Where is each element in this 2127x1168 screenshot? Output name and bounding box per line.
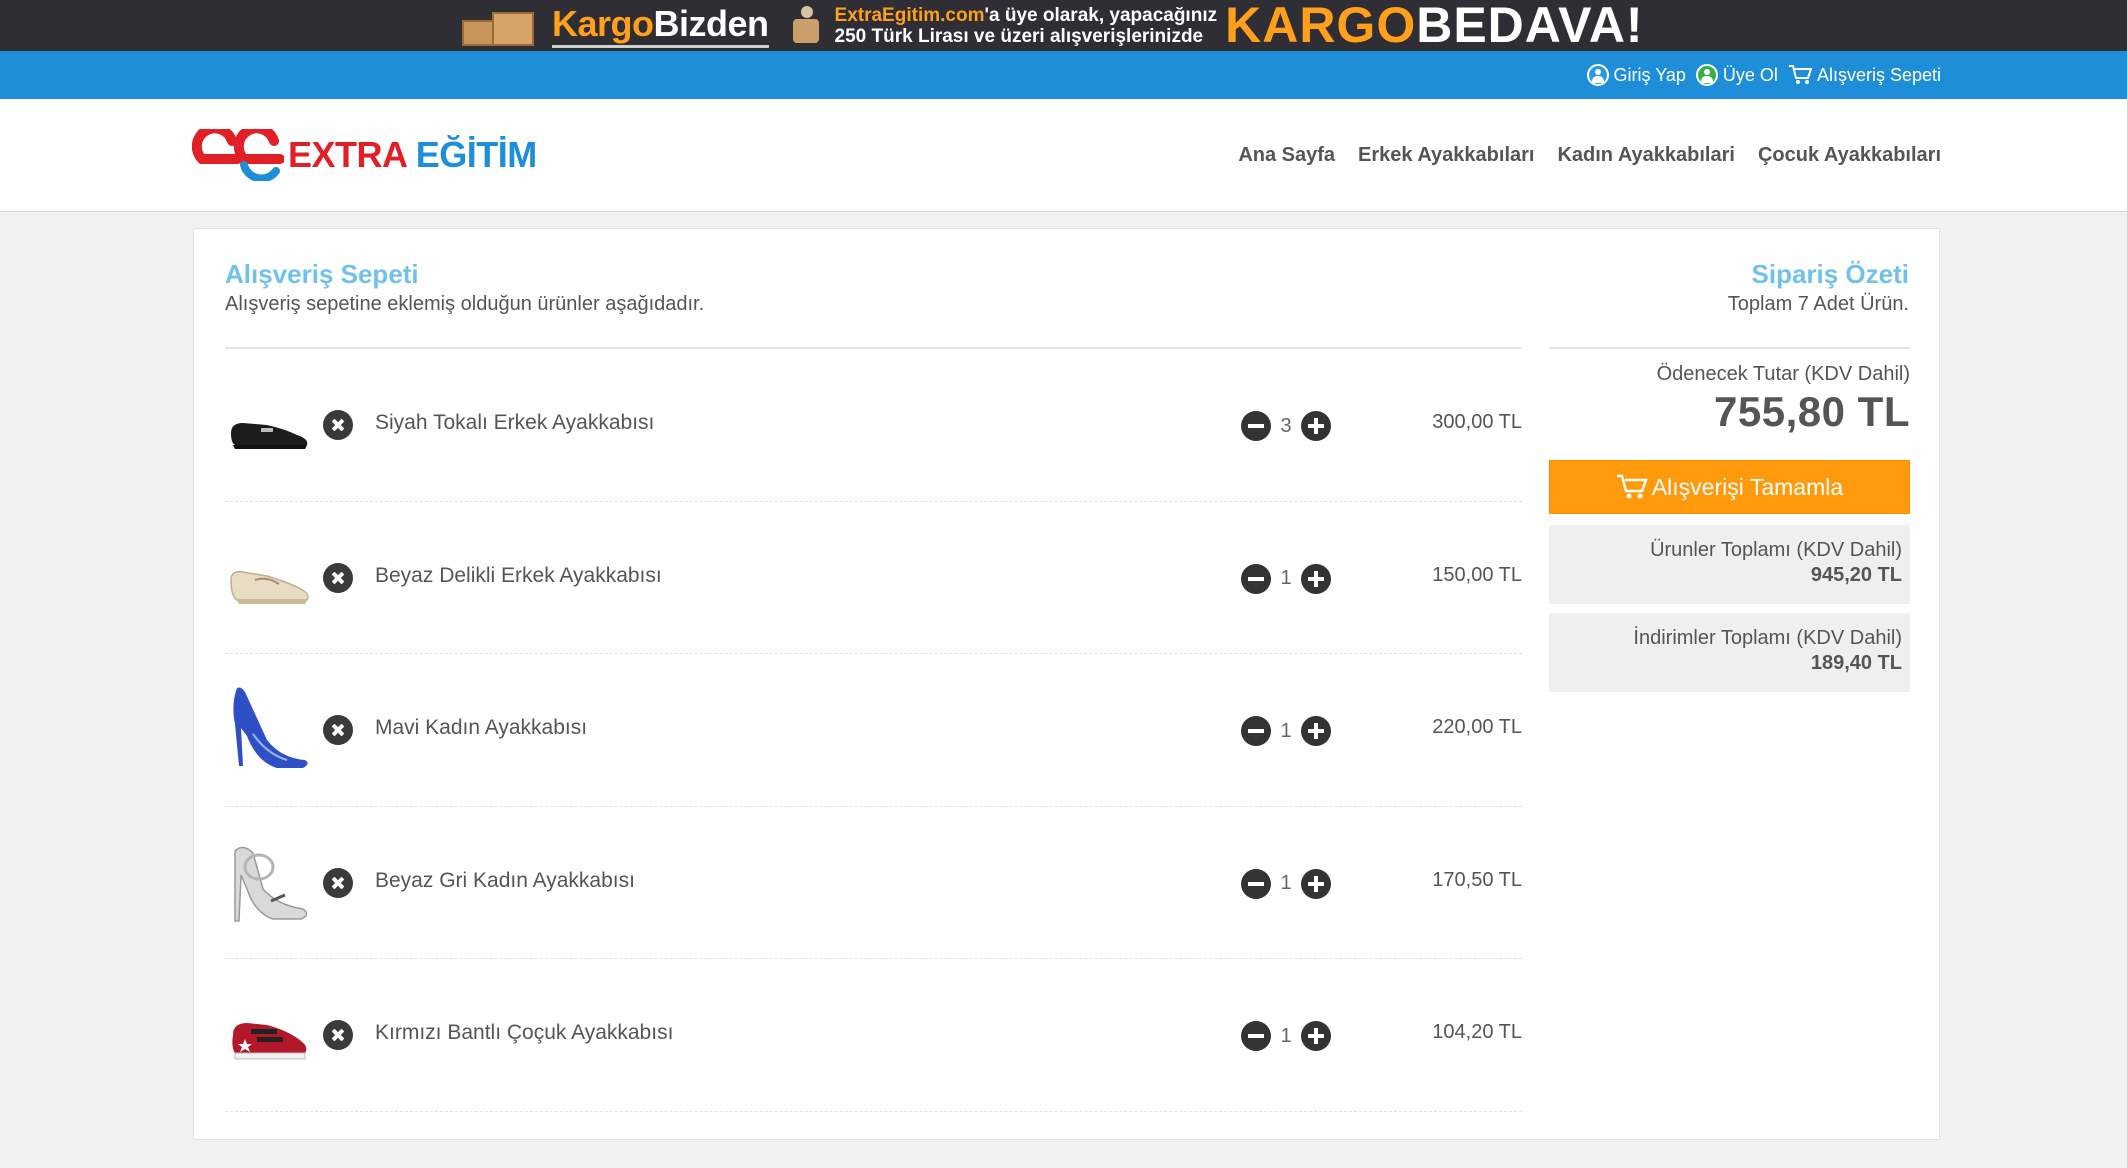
- main-nav: Ana Sayfa Erkek Ayakkabıları Kadın Ayakk…: [1238, 99, 1941, 212]
- add-user-icon: [1695, 64, 1718, 86]
- increase-quantity-button[interactable]: [1301, 563, 1331, 594]
- discounts-total-label: İndirimler Toplamı (KDV Dahil): [1633, 627, 1902, 649]
- decrease-quantity-button[interactable]: [1241, 563, 1271, 594]
- cart-item: Beyaz Gri Kadın Ayakkabısı 1 170,50 TL: [225, 807, 1522, 959]
- decrease-quantity-button[interactable]: [1241, 1021, 1271, 1051]
- products-total-label: Ürunler Toplamı (KDV Dahil): [1650, 539, 1902, 561]
- user-icon: [1586, 64, 1609, 86]
- quantity-stepper: 1: [1241, 868, 1331, 899]
- discounts-total-panel: İndirimler Toplamı (KDV Dahil) 189,40 TL: [1549, 613, 1910, 692]
- cart-item: Mavi Kadın Ayakkabısı 1 220,00 TL: [225, 654, 1522, 807]
- increase-quantity-button[interactable]: [1301, 1021, 1331, 1051]
- cart-item: Siyah Tokalı Erkek Ayakkabısı 3 300,00 T…: [225, 349, 1522, 502]
- quantity-value: 1: [1280, 872, 1292, 894]
- item-name[interactable]: Kırmızı Bantlı Çoçuk Ayakkabısı: [375, 1021, 673, 1045]
- cart-item: Beyaz Delikli Erkek Ayakkabısı 1 150,00 …: [225, 502, 1522, 654]
- discounts-total-value: 189,40 TL: [1810, 652, 1902, 674]
- promo-text: ExtraEgitim.com'a üye olarak, yapacağını…: [834, 4, 1218, 47]
- nav-women-shoes[interactable]: Kadın Ayakkabılari: [1557, 144, 1734, 167]
- promo-banner[interactable]: KargoBizden ExtraEgitim.com'a üye olarak…: [0, 0, 2127, 51]
- quantity-stepper: 1: [1241, 563, 1331, 594]
- remove-item-button[interactable]: [323, 715, 353, 745]
- cart-title: Alışveriş Sepeti: [225, 259, 419, 289]
- cart-subtitle: Alışveriş sepetine eklemiş olduğun ürünl…: [225, 293, 705, 315]
- cart-link[interactable]: Alışveriş Sepeti: [1788, 64, 1941, 86]
- summary-title: Sipariş Özeti: [1751, 259, 1910, 289]
- item-name[interactable]: Siyah Tokalı Erkek Ayakkabısı: [375, 411, 654, 435]
- item-name[interactable]: Beyaz Delikli Erkek Ayakkabısı: [375, 564, 662, 588]
- login-link[interactable]: Giriş Yap: [1586, 64, 1686, 86]
- remove-item-button[interactable]: [323, 1020, 353, 1050]
- site-logo[interactable]: EXTRA EĞİTİM: [192, 129, 537, 181]
- site-header: EXTRA EĞİTİM Ana Sayfa Erkek Ayakkabılar…: [0, 99, 2127, 212]
- item-price: 150,00 TL: [1432, 563, 1522, 586]
- cart-icon: [1788, 65, 1812, 84]
- decrease-quantity-button[interactable]: [1241, 411, 1271, 441]
- courier-icon: [787, 5, 827, 46]
- quantity-value: 3: [1280, 414, 1292, 437]
- nav-kids-shoes[interactable]: Çocuk Ayakkabıları: [1758, 144, 1941, 167]
- products-total-value: 945,20 TL: [1810, 564, 1902, 586]
- item-price: 300,00 TL: [1432, 411, 1522, 433]
- item-name[interactable]: Beyaz Gri Kadın Ayakkabısı: [375, 869, 635, 893]
- item-price: 104,20 TL: [1432, 1021, 1522, 1043]
- summary-item-count: Toplam 7 Adet Ürün.: [1727, 293, 1909, 315]
- cart-item: Kırmızı Bantlı Çoçuk Ayakkabısı 1 104,20…: [225, 959, 1522, 1112]
- checkout-button[interactable]: Alışverişi Tamamla: [1549, 460, 1910, 514]
- quantity-value: 1: [1280, 1024, 1292, 1047]
- remove-item-button[interactable]: [323, 410, 353, 440]
- increase-quantity-button[interactable]: [1301, 716, 1331, 746]
- increase-quantity-button[interactable]: [1301, 868, 1331, 899]
- nav-home[interactable]: Ana Sayfa: [1238, 144, 1335, 167]
- promo-brand: KargoBizden: [552, 3, 769, 48]
- nav-men-shoes[interactable]: Erkek Ayakkabıları: [1358, 144, 1534, 167]
- promo-free-shipping: KARGOBEDAVA!: [1225, 0, 1644, 53]
- register-link[interactable]: Üye Ol: [1695, 64, 1778, 86]
- remove-item-button[interactable]: [323, 562, 353, 593]
- item-name[interactable]: Mavi Kadın Ayakkabısı: [375, 716, 587, 740]
- products-total-panel: Ürunler Toplamı (KDV Dahil) 945,20 TL: [1549, 525, 1910, 604]
- payable-amount: 755,80 TL: [1714, 388, 1910, 435]
- blue-heel-image[interactable]: [227, 684, 311, 772]
- remove-item-button[interactable]: [323, 867, 353, 898]
- top-bar: Giriş Yap Üye Ol Alışveriş Sepeti: [0, 51, 2127, 99]
- item-price: 220,00 TL: [1432, 716, 1522, 738]
- item-price: 170,50 TL: [1432, 868, 1522, 891]
- cargo-boxes-icon: [462, 6, 540, 46]
- quantity-stepper: 3: [1241, 411, 1331, 441]
- beige-loafer-image[interactable]: [227, 532, 311, 620]
- decrease-quantity-button[interactable]: [1241, 716, 1271, 746]
- payable-amount-label: Ödenecek Tutar (KDV Dahil): [1656, 363, 1910, 385]
- cart-item-list: Siyah Tokalı Erkek Ayakkabısı 3 300,00 T…: [225, 347, 1522, 1112]
- logo-icon: [192, 129, 284, 181]
- black-loafer-image[interactable]: [227, 379, 311, 467]
- increase-quantity-button[interactable]: [1301, 411, 1331, 441]
- decrease-quantity-button[interactable]: [1241, 868, 1271, 899]
- order-summary: Ödenecek Tutar (KDV Dahil) 755,80 TL Alı…: [1549, 347, 1910, 692]
- quantity-stepper: 1: [1241, 1021, 1331, 1051]
- quantity-stepper: 1: [1241, 716, 1331, 746]
- cart-icon: [1616, 474, 1648, 499]
- red-kids-sneaker-image[interactable]: [227, 989, 311, 1077]
- cart-card: Alışveriş Sepeti Alışveriş sepetine ekle…: [193, 228, 1940, 1140]
- silver-sandal-image[interactable]: [227, 837, 311, 925]
- quantity-value: 1: [1280, 567, 1292, 589]
- quantity-value: 1: [1280, 719, 1292, 742]
